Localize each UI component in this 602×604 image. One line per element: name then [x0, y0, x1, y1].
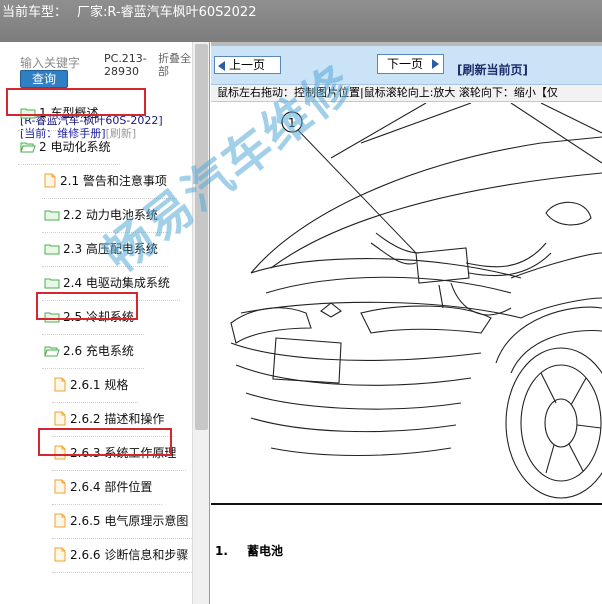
folder-open-icon — [44, 346, 60, 357]
page-nav-bar: 上一页 下一页 [刷新当前页] — [211, 46, 602, 84]
highlight-box — [6, 88, 146, 116]
figure-caption: 1. 蓄电池 — [215, 542, 283, 559]
tree-item[interactable]: 2.6.6 诊断信息和步骤 — [51, 542, 199, 573]
tree-item-label: 2.6.1 规格 — [70, 378, 129, 392]
tree-item-label: 2.6 充电系统 — [63, 344, 134, 358]
caption-text: 蓄电池 — [247, 544, 284, 558]
folder-icon — [44, 210, 60, 221]
left-panel: 查询 PC.213-28930 折叠全部 [R-睿蓝汽车-枫叶60S-2022]… — [0, 42, 210, 604]
refresh-page-link[interactable]: [刷新当前页] — [457, 61, 528, 78]
tree-item[interactable]: 2.6 充电系统 — [42, 338, 144, 369]
tree-item-label: 2.6.2 描述和操作 — [70, 412, 165, 426]
current-model-label: 当前车型： — [2, 5, 68, 20]
tree-item[interactable]: 2.6.5 电气原理示意图 — [51, 508, 199, 539]
tree-item-label: 2 电动化系统 — [39, 140, 111, 154]
next-page-button[interactable]: 下一页 — [377, 54, 444, 74]
caption-number: 1. — [215, 544, 228, 558]
highlight-box — [36, 292, 138, 320]
code-text: PC.213-28930 — [104, 52, 147, 78]
highlight-box — [38, 428, 172, 456]
tree-item-label: 2.4 电驱动集成系统 — [63, 276, 170, 290]
manufacturer-text: 厂家:R-睿蓝汽车枫叶60S2022 — [77, 5, 257, 20]
tree-item-label: 2.6.6 诊断信息和步骤 — [70, 548, 189, 562]
scroll-thumb[interactable] — [195, 44, 208, 430]
document-icon — [44, 173, 56, 188]
arrow-left-icon — [218, 61, 225, 71]
document-icon — [54, 547, 66, 562]
arrow-right-icon — [432, 59, 439, 69]
prev-page-button[interactable]: 上一页 — [214, 56, 281, 74]
tree-item[interactable]: 2.6.4 部件位置 — [51, 474, 163, 505]
document-icon — [54, 513, 66, 528]
tree-item[interactable]: 2 电动化系统 — [17, 134, 121, 165]
prev-page-label: 上一页 — [229, 58, 266, 72]
document-icon — [54, 411, 66, 426]
query-button[interactable]: 查询 — [20, 70, 68, 88]
next-page-label: 下一页 — [387, 57, 424, 71]
folder-icon — [44, 278, 60, 289]
document-icon — [54, 377, 66, 392]
title-bar: 当前车型： 厂家:R-睿蓝汽车枫叶60S2022 — [0, 0, 602, 42]
tree-item-label: 2.6.5 电气原理示意图 — [70, 514, 189, 528]
folder-icon — [44, 244, 60, 255]
folder-open-icon — [20, 142, 36, 153]
tree-item[interactable]: 2.6.1 规格 — [51, 372, 139, 403]
tree-item-label: 2.6.4 部件位置 — [70, 480, 153, 494]
scrollbar[interactable] — [192, 42, 209, 604]
document-icon — [54, 479, 66, 494]
